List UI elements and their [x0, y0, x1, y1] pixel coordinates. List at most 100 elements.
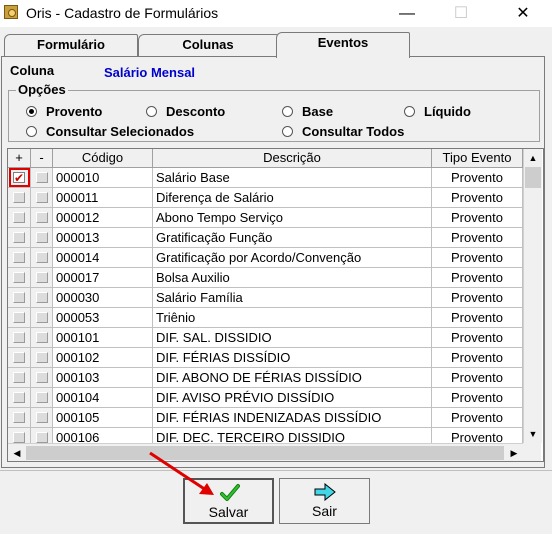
close-button[interactable]: ✕	[500, 0, 546, 27]
checkbox-icon[interactable]	[36, 432, 48, 443]
plus-checkbox[interactable]	[8, 248, 31, 268]
checkbox-icon[interactable]	[13, 212, 25, 223]
cell-descricao[interactable]: Salário Base	[153, 168, 432, 188]
cell-descricao[interactable]: Gratificação por Acordo/Convenção	[153, 248, 432, 268]
cell-codigo[interactable]: 000053	[53, 308, 153, 328]
cell-tipo-evento[interactable]: Provento	[432, 288, 523, 308]
radio-consultar-todos[interactable]: Consultar Todos	[282, 124, 404, 139]
cell-codigo[interactable]: 000102	[53, 348, 153, 368]
minimize-button[interactable]: —	[384, 0, 430, 27]
cell-descricao[interactable]: DIF. FÉRIAS INDENIZADAS DISSÍDIO	[153, 408, 432, 428]
header-descricao[interactable]: Descrição	[153, 149, 432, 168]
checkbox-icon[interactable]	[36, 232, 48, 243]
checkbox-icon[interactable]	[13, 432, 25, 443]
plus-checkbox[interactable]	[8, 408, 31, 428]
cell-codigo[interactable]: 000030	[53, 288, 153, 308]
cell-tipo-evento[interactable]: Provento	[432, 408, 523, 428]
plus-checkbox[interactable]	[8, 308, 31, 328]
table-row[interactable]: 000030 Salário Família Provento	[8, 288, 528, 308]
checkbox-icon[interactable]	[13, 292, 25, 303]
table-row[interactable]: 000011 Diferença de Salário Provento	[8, 188, 528, 208]
cell-tipo-evento[interactable]: Provento	[432, 188, 523, 208]
minus-checkbox[interactable]	[31, 228, 53, 248]
cell-descricao[interactable]: Triênio	[153, 308, 432, 328]
tab-colunas[interactable]: Colunas	[138, 34, 278, 56]
hscroll-thumb[interactable]	[26, 446, 504, 460]
checkbox-icon[interactable]	[36, 292, 48, 303]
cell-codigo[interactable]: 000103	[53, 368, 153, 388]
checkbox-icon[interactable]	[13, 192, 25, 203]
cell-codigo[interactable]: 000014	[53, 248, 153, 268]
tab-formulario[interactable]: Formulário	[4, 34, 138, 56]
checkbox-icon[interactable]	[13, 252, 25, 263]
cell-descricao[interactable]: Diferença de Salário	[153, 188, 432, 208]
minus-checkbox[interactable]	[31, 348, 53, 368]
plus-checkbox[interactable]	[8, 188, 31, 208]
scroll-down-icon[interactable]: ▼	[524, 425, 542, 443]
cell-codigo[interactable]: 000010	[53, 168, 153, 188]
plus-checkbox[interactable]	[8, 348, 31, 368]
table-row[interactable]: 000013 Gratificação Função Provento	[8, 228, 528, 248]
cell-tipo-evento[interactable]: Provento	[432, 168, 523, 188]
radio-provento[interactable]: Provento	[26, 104, 102, 119]
salvar-button[interactable]: Salvar	[183, 478, 274, 524]
table-row[interactable]: 000101 DIF. SAL. DISSIDIO Provento	[8, 328, 528, 348]
cell-tipo-evento[interactable]: Provento	[432, 208, 523, 228]
checkbox-icon[interactable]	[13, 272, 25, 283]
minus-checkbox[interactable]	[31, 368, 53, 388]
table-row[interactable]: 000010Salário BaseProvento	[8, 168, 528, 188]
checkbox-icon[interactable]	[36, 212, 48, 223]
cell-descricao[interactable]: DIF. FÉRIAS DISSÍDIO	[153, 348, 432, 368]
cell-codigo[interactable]: 000104	[53, 388, 153, 408]
cell-codigo[interactable]: 000012	[53, 208, 153, 228]
checkbox-icon[interactable]	[36, 372, 48, 383]
checkbox-icon[interactable]	[36, 392, 48, 403]
cell-descricao[interactable]: Bolsa Auxilio	[153, 268, 432, 288]
cell-codigo[interactable]: 000011	[53, 188, 153, 208]
table-row[interactable]: 000103 DIF. ABONO DE FÉRIAS DISSÍDIO Prove…	[8, 368, 528, 388]
checkbox-icon[interactable]	[36, 192, 48, 203]
checkbox-icon[interactable]	[13, 412, 25, 423]
header-codigo[interactable]: Código	[53, 149, 153, 168]
table-row[interactable]: 000053 Triênio Provento	[8, 308, 528, 328]
cell-tipo-evento[interactable]: Provento	[432, 388, 523, 408]
cell-tipo-evento[interactable]: Provento	[432, 368, 523, 388]
checkbox-icon[interactable]	[13, 392, 25, 403]
checkbox-icon[interactable]	[36, 352, 48, 363]
minus-checkbox[interactable]	[31, 188, 53, 208]
checkbox-icon[interactable]	[36, 332, 48, 343]
cell-codigo[interactable]: 000013	[53, 228, 153, 248]
vertical-scrollbar[interactable]: ▲ ▼	[523, 149, 542, 443]
header-minus[interactable]: -	[31, 149, 53, 168]
scroll-up-icon[interactable]: ▲	[524, 149, 542, 167]
checkbox-icon[interactable]	[36, 172, 48, 183]
table-row[interactable]: 000017 Bolsa Auxilio Provento	[8, 268, 528, 288]
cell-tipo-evento[interactable]: Provento	[432, 248, 523, 268]
header-tipo-evento[interactable]: Tipo Evento	[432, 149, 523, 168]
radio-base[interactable]: Base	[282, 104, 333, 119]
horizontal-scrollbar[interactable]: ◀ ▶	[8, 443, 523, 461]
cell-descricao[interactable]: Abono Tempo Serviço	[153, 208, 432, 228]
checkbox-icon[interactable]	[13, 352, 25, 363]
minus-checkbox[interactable]	[31, 328, 53, 348]
minus-checkbox[interactable]	[31, 248, 53, 268]
scroll-thumb[interactable]	[525, 167, 541, 188]
cell-tipo-evento[interactable]: Provento	[432, 268, 523, 288]
minus-checkbox[interactable]	[31, 208, 53, 228]
checkbox-icon[interactable]	[36, 312, 48, 323]
cell-descricao[interactable]: DIF. AVISO PRÉVIO DISSÍDIO	[153, 388, 432, 408]
scroll-right-icon[interactable]: ▶	[505, 444, 523, 461]
minus-checkbox[interactable]	[31, 288, 53, 308]
tab-eventos[interactable]: Eventos	[276, 32, 410, 58]
cell-descricao[interactable]: DIF. ABONO DE FÉRIAS DISSÍDIO	[153, 368, 432, 388]
minus-checkbox[interactable]	[31, 268, 53, 288]
checkbox-icon[interactable]	[13, 332, 25, 343]
table-row[interactable]: 000105 DIF. FÉRIAS INDENIZADAS DISSÍDIO Pr…	[8, 408, 528, 428]
table-row[interactable]: 000102 DIF. FÉRIAS DISSÍDIO Provento	[8, 348, 528, 368]
cell-descricao[interactable]: Salário Família	[153, 288, 432, 308]
plus-checkbox[interactable]	[8, 388, 31, 408]
cell-tipo-evento[interactable]: Provento	[432, 228, 523, 248]
cell-tipo-evento[interactable]: Provento	[432, 348, 523, 368]
minus-checkbox[interactable]	[31, 388, 53, 408]
checkbox-icon[interactable]	[36, 252, 48, 263]
